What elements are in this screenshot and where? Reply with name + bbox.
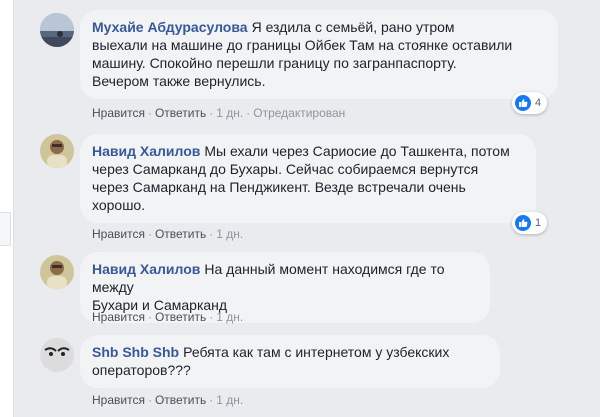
reply-link[interactable]: Ответить [155,227,206,241]
comment-actions: Нравится · Ответить · 1 дн. [92,393,243,407]
reply-link[interactable]: Ответить [155,310,206,324]
comment-line: Навид Халилов Мы ехали через Сариосие до … [92,142,524,160]
separator: · [147,393,152,407]
comment-line: выехали на машине до границы Ойбек Там н… [92,37,513,53]
avatar-photo-icon [40,255,74,289]
reaction-count: 4 [535,97,542,109]
comment-bubble: Навид Халилов Мы ехали через Сариосие до … [80,134,536,223]
rail-tab[interactable] [0,212,11,246]
comment-line: хорошо. [92,197,146,213]
separator: · [209,106,214,120]
separator: · [209,310,214,324]
reaction-count: 1 [535,217,542,229]
comment-author[interactable]: Навид Халилов [92,143,200,159]
comment-time[interactable]: 1 дн. [216,227,243,241]
separator: · [246,106,251,120]
like-link[interactable]: Нравится [92,106,145,120]
comment-text: Я ездила с семьёй, рано утром [251,19,455,35]
like-link[interactable]: Нравится [92,310,145,324]
avatar[interactable] [40,13,74,47]
comment-line: Shb Shb Shb Ребята как там с интернетом у… [92,343,488,361]
avatar-photo-icon [40,13,74,47]
comment-line: через Самарканд на Пенджикент. Везде вст… [92,179,466,195]
comment-actions: Нравится · Ответить · 1 дн. [92,310,243,324]
comment-time[interactable]: 1 дн. [216,310,243,324]
comment-actions: Нравится · Ответить · 1 дн. · Отредактирован [92,106,345,120]
separator: · [147,227,152,241]
like-thumb-icon [515,95,531,111]
comment-line: Мухайе Абдурасулова Я ездила с семьёй, ра… [92,18,546,36]
separator: · [209,393,214,407]
comment-line: Навид Халилов На данный момент находимся … [92,260,478,296]
like-link[interactable]: Нравится [92,393,145,407]
separator: · [209,227,214,241]
comment-bubble: Мухайе Абдурасулова Я ездила с семьёй, ра… [80,10,558,99]
like-thumb-icon [515,215,531,231]
reply-link[interactable]: Ответить [155,393,206,407]
reply-link[interactable]: Ответить [155,106,206,120]
avatar-photo-icon [40,134,74,168]
comment-bubble: Shb Shb Shb Ребята как там с интернетом у… [80,335,500,388]
comment-line: машину. Спокойно перешли границу по загр… [92,55,457,71]
avatar[interactable] [40,134,74,168]
separator: · [147,310,152,324]
comment-text: Мы ехали через Сариосие до Ташкента, пот… [204,143,510,159]
comment-line: операторов??? [92,362,191,378]
avatar[interactable] [40,338,74,372]
comment-actions: Нравится · Ответить · 1 дн. [92,227,243,241]
comment-line: Вечером также вернулись. [92,73,266,89]
separator: · [147,106,152,120]
left-rail [0,0,14,417]
comment-text: Ребята как там с интернетом у узбекских [183,344,450,360]
comment-line: через Самарканд до Бухары. Сейчас собира… [92,161,479,177]
like-link[interactable]: Нравится [92,227,145,241]
reaction-summary[interactable]: 4 [512,92,548,114]
avatar-photo-icon [40,338,74,372]
comment-author[interactable]: Навид Халилов [92,261,200,277]
comment-time[interactable]: 1 дн. [216,393,243,407]
comment-time[interactable]: 1 дн. [216,106,243,120]
comment-author[interactable]: Мухайе Абдурасулова [92,19,248,35]
edited-label[interactable]: Отредактирован [253,106,345,120]
comment-author[interactable]: Shb Shb Shb [92,344,179,360]
reaction-summary[interactable]: 1 [512,212,548,234]
avatar[interactable] [40,255,74,289]
